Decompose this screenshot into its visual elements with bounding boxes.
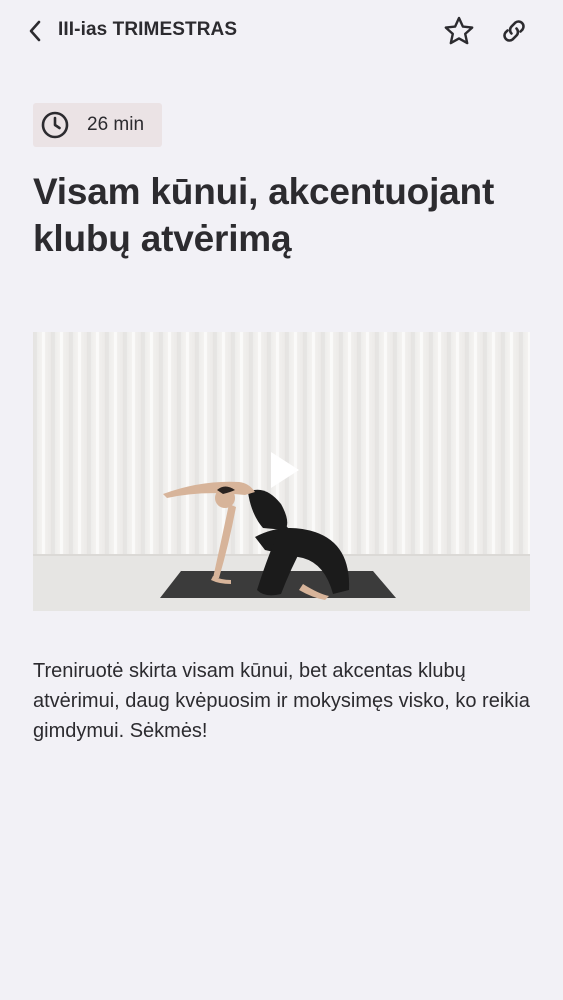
share-link-button[interactable] bbox=[497, 14, 531, 48]
workout-title: Visam kūnui, akcentuojant klubų atvėrimą bbox=[33, 171, 495, 259]
top-bar: III-ias TRIMESTRAS bbox=[0, 0, 563, 62]
header-title: III-ias TRIMESTRAS bbox=[58, 19, 238, 40]
clock-icon bbox=[40, 110, 70, 140]
workout-description: Treniruotė skirta visam kūnui, bet akcen… bbox=[33, 660, 530, 742]
duration-text: 26 min bbox=[87, 114, 145, 135]
chevron-left-icon bbox=[29, 20, 41, 42]
video-thumbnail bbox=[33, 332, 530, 611]
link-icon bbox=[503, 20, 525, 42]
back-button[interactable] bbox=[22, 18, 48, 44]
star-outline-icon bbox=[444, 16, 474, 45]
favorite-button[interactable] bbox=[442, 14, 476, 48]
duration-badge: 26 min bbox=[33, 103, 162, 147]
video-player[interactable] bbox=[33, 332, 530, 611]
